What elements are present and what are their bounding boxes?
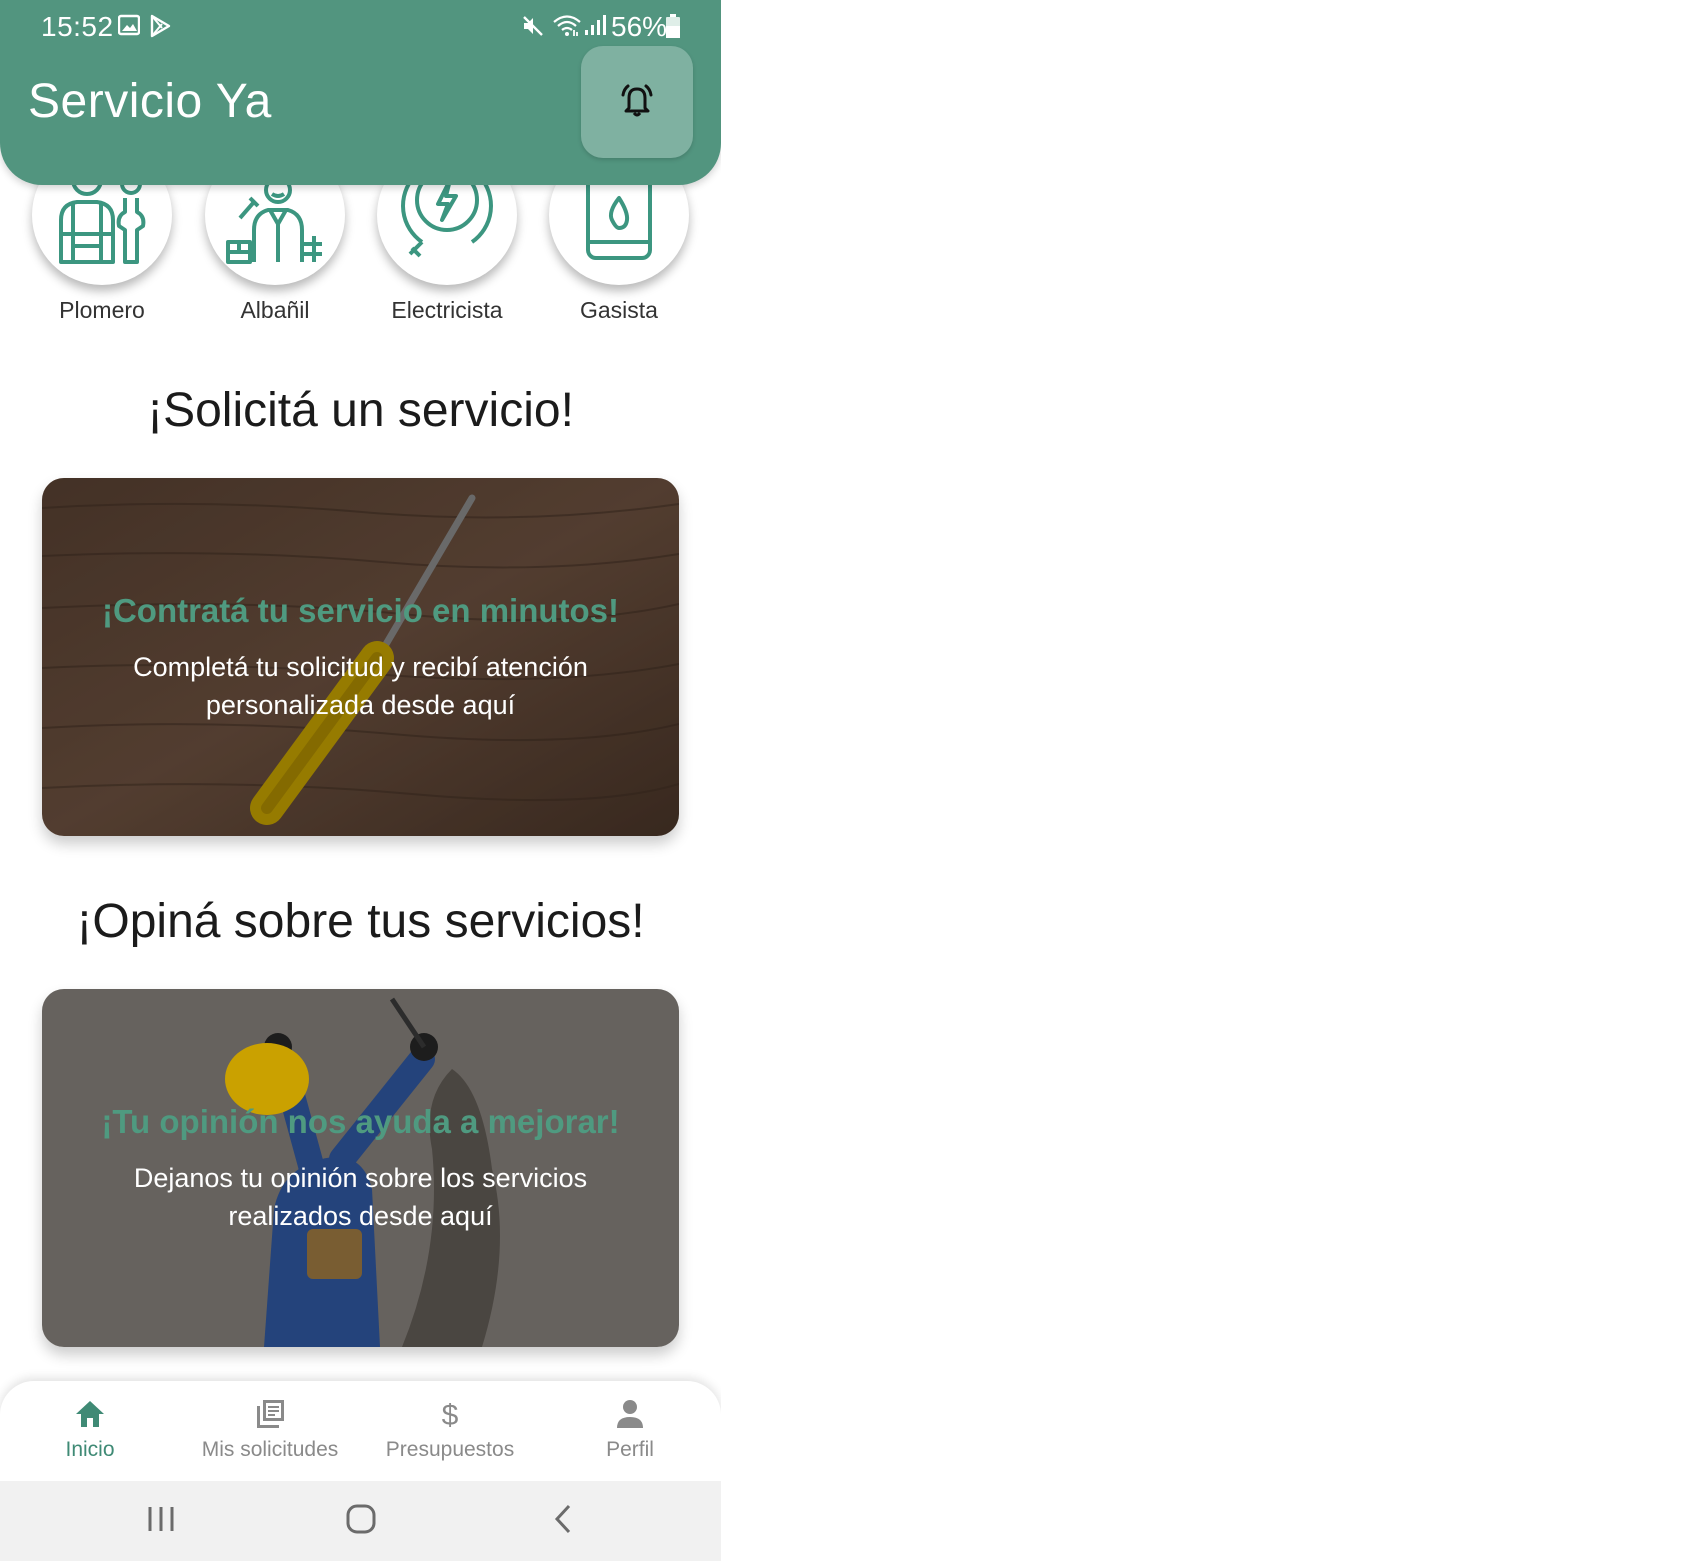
category-label: Plomero — [59, 297, 145, 323]
battery-percent: 56% — [611, 11, 668, 42]
request-card-body: Completá tu solicitud y recibí atención … — [102, 648, 619, 724]
request-section-title: ¡Solicitá un servicio! — [147, 384, 574, 437]
library-icon — [254, 1400, 286, 1433]
signal-icon — [584, 14, 606, 41]
wifi-icon — [552, 14, 582, 43]
request-service-card[interactable]: ¡Contratá tu servicio en minutos! Comple… — [42, 478, 679, 836]
phone-screen: 15:52 56% Servicio Ya Plomero Albañil El… — [0, 0, 721, 1561]
nav-item-inicio[interactable]: Inicio — [0, 1399, 180, 1462]
nav-item-presupuestos[interactable]: $ Presupuestos — [360, 1399, 540, 1462]
review-card-line-1: Dejanos tu opinión sobre los servicios — [133, 1163, 588, 1193]
review-section-title: ¡Opiná sobre tus servicios! — [76, 895, 645, 948]
request-card-line-2: personalizada desde aquí — [205, 690, 516, 720]
review-service-card[interactable]: ¡Tu opinión nos ayuda a mejorar! Dejanos… — [42, 989, 679, 1347]
nav-label: Presupuestos — [385, 1438, 515, 1461]
battery-icon — [666, 14, 680, 43]
review-card-line-2: realizados desde aquí — [228, 1201, 493, 1231]
bell-alert-icon — [617, 80, 657, 125]
review-card-headline: ¡Tu opinión nos ayuda a mejorar! — [101, 1103, 620, 1140]
notifications-button[interactable] — [581, 46, 693, 158]
system-navigation-bar — [0, 1481, 721, 1561]
review-card-body: Dejanos tu opinión sobre los servicios r… — [102, 1159, 619, 1235]
app-header: 15:52 56% Servicio Ya — [0, 0, 721, 185]
person-icon — [614, 1400, 646, 1433]
dollar-icon: $ — [434, 1399, 466, 1433]
category-label: Albañil — [240, 297, 310, 323]
bottom-navigation: Inicio Mis solicitudes $ Presupuestos Pe… — [0, 1381, 721, 1481]
svg-text:$: $ — [442, 1399, 459, 1429]
play-store-icon — [149, 14, 171, 43]
request-card-line-1: Completá tu solicitud y recibí atención — [133, 652, 588, 682]
nav-item-mis-solicitudes[interactable]: Mis solicitudes — [180, 1399, 360, 1462]
mute-icon — [521, 14, 545, 43]
recent-apps-icon[interactable] — [146, 1503, 176, 1540]
category-label: Electricista — [391, 297, 503, 323]
request-card-headline: ¡Contratá tu servicio en minutos! — [101, 592, 620, 629]
nav-label: Mis solicitudes — [201, 1438, 339, 1461]
app-title: Servicio Ya — [28, 75, 272, 128]
status-time: 15:52 — [41, 11, 114, 42]
back-icon[interactable] — [551, 1503, 575, 1540]
home-icon — [74, 1401, 106, 1433]
image-icon — [117, 14, 141, 41]
nav-label: Perfil — [606, 1438, 654, 1461]
category-label: Gasista — [580, 297, 658, 323]
nav-label: Inicio — [65, 1438, 115, 1461]
home-circle-icon[interactable] — [345, 1503, 377, 1540]
nav-item-perfil[interactable]: Perfil — [540, 1399, 720, 1462]
